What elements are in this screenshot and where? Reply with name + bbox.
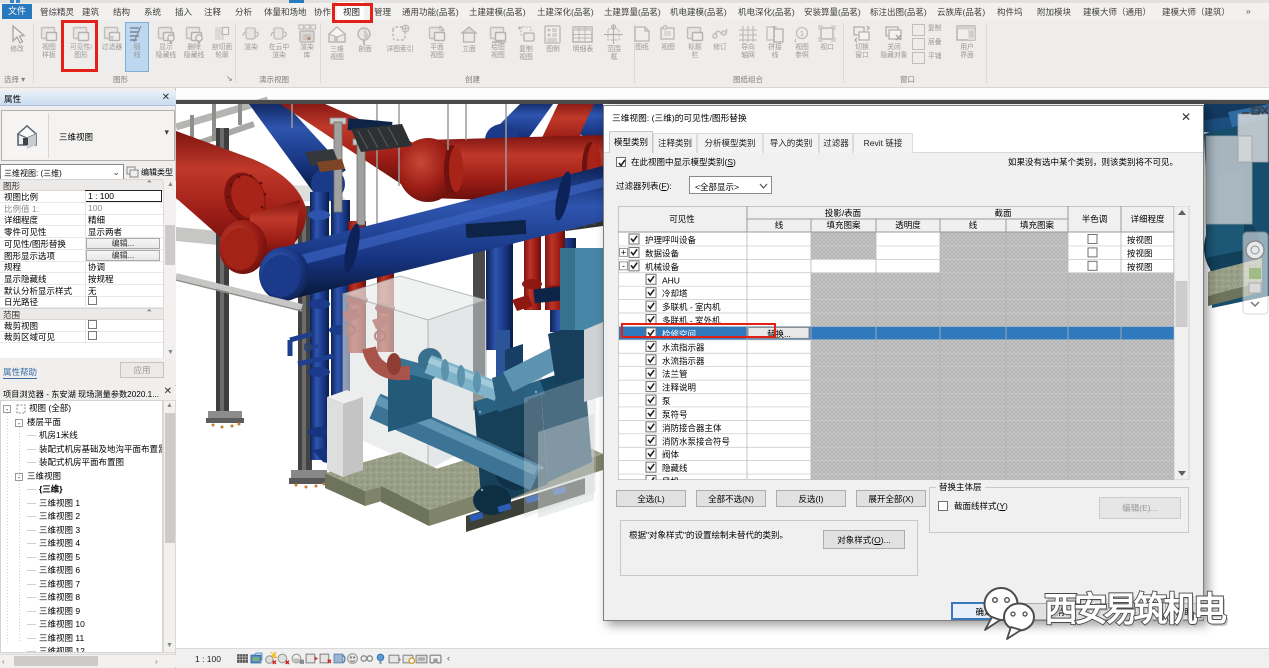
svg-text:护理呼叫设备: 护理呼叫设备 [645,235,697,245]
svg-text:法兰管: 法兰管 [662,369,688,379]
svg-text:按视图: 按视图 [1127,262,1153,272]
svg-text:多联机 - 室内机: 多联机 - 室内机 [662,302,721,312]
svg-text:可见性: 可见性 [669,214,695,224]
svg-text:消防水泵接合符号: 消防水泵接合符号 [662,436,730,446]
svg-text:西安易筑机电: 西安易筑机电 [1044,591,1227,629]
svg-text:水流指示器: 水流指示器 [662,356,705,366]
svg-text:+: + [621,247,626,257]
svg-text:填充图案: 填充图案 [826,220,861,230]
svg-text:半色调: 半色调 [1082,214,1108,224]
svg-text:泵符号: 泵符号 [662,409,688,419]
svg-text:详细程度: 详细程度 [1130,214,1165,224]
svg-text:按视图: 按视图 [1127,248,1153,258]
svg-text:隐藏线: 隐藏线 [662,463,688,473]
svg-text:投影/表面: 投影/表面 [825,208,862,218]
svg-text:填充图案: 填充图案 [1020,220,1055,230]
svg-text:-: - [622,261,625,271]
svg-text:泵: 泵 [662,396,671,406]
svg-text:风机: 风机 [662,477,680,480]
svg-text:冷却塔: 冷却塔 [662,289,688,299]
svg-text:线: 线 [969,220,978,230]
svg-text:水流指示器: 水流指示器 [662,342,705,352]
svg-text:注释说明: 注释说明 [662,383,696,393]
svg-text:机械设备: 机械设备 [645,262,680,272]
svg-text:数据设备: 数据设备 [645,248,680,258]
svg-text:截面: 截面 [994,208,1012,218]
svg-text:透明度: 透明度 [895,220,921,230]
svg-text:AHU: AHU [662,275,680,285]
svg-text:消防接合器主体: 消防接合器主体 [662,423,722,433]
svg-text:阀体: 阀体 [662,450,680,460]
svg-text:线: 线 [775,220,784,230]
svg-text:按视图: 按视图 [1127,235,1153,245]
